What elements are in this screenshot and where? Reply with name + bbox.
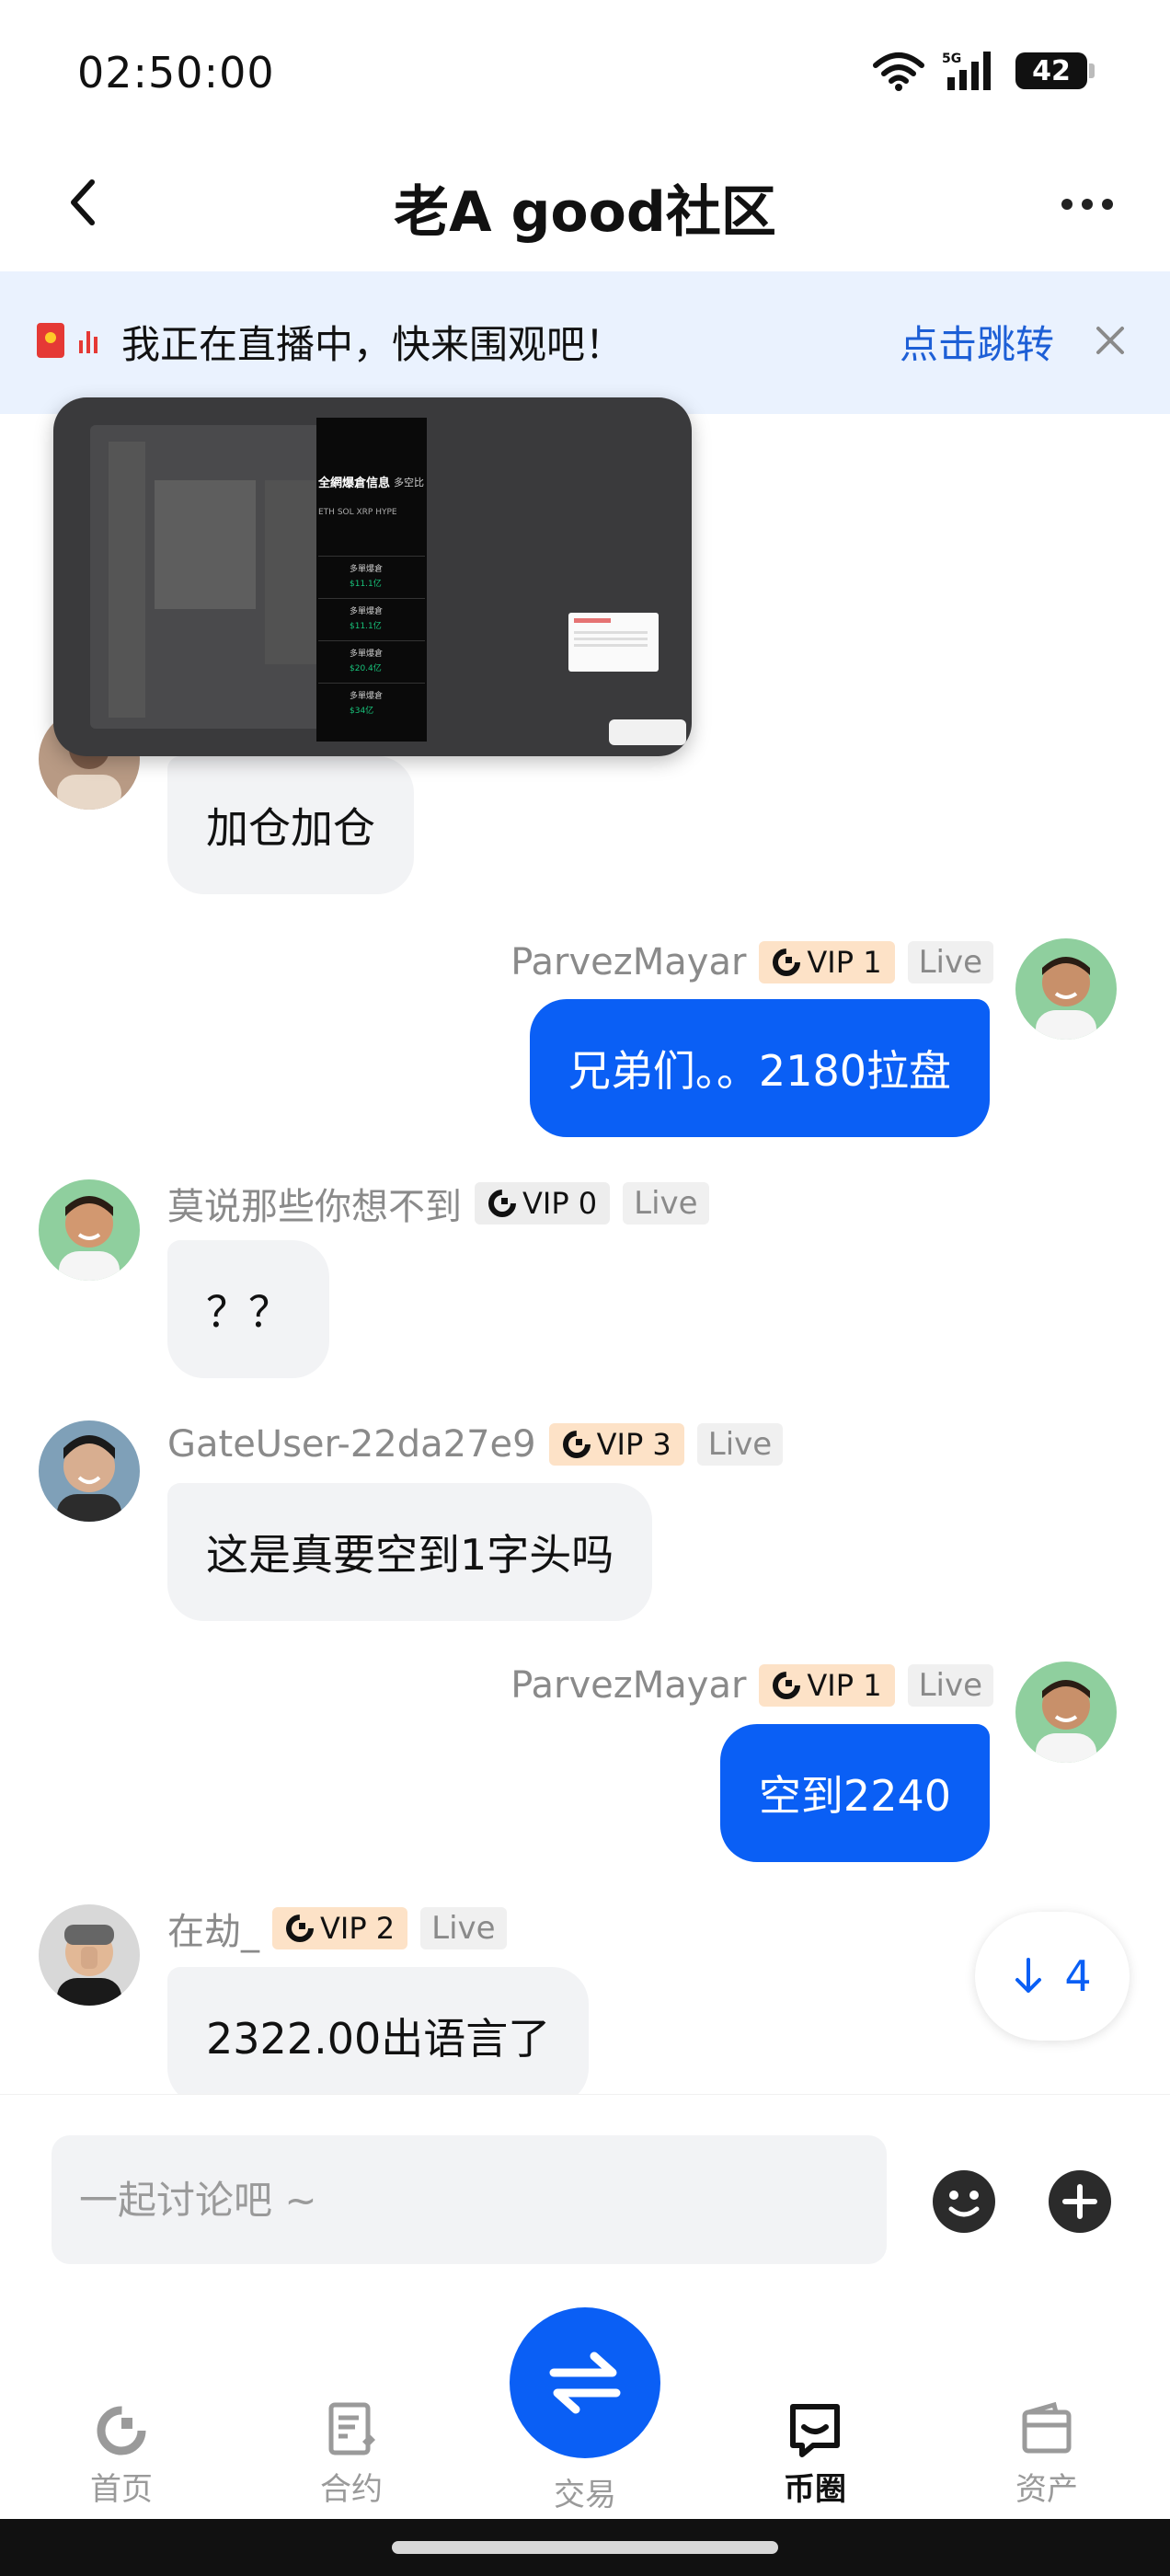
nav-label: 首页 [90,2471,153,2508]
home-indicator[interactable] [392,2541,778,2554]
battery-icon: 42 [1015,52,1095,89]
red-packet-icon [37,323,64,358]
live-banner[interactable]: 我正在直播中，快来围观吧！ 点击跳转 [0,271,1170,414]
avatar[interactable] [1015,938,1117,1040]
system-nav-bar [0,2519,1170,2576]
live-tag: Live [420,1907,507,1949]
nav-item-assets[interactable]: 资产 [973,2396,1120,2509]
live-banner-text: 我正在直播中，快来围观吧！ [121,322,625,367]
vip-badge: VIP 3 [548,1423,684,1466]
video-popup-card [568,613,659,672]
nav-label: 合约 [320,2471,383,2508]
video-phone-screen: 全網爆倉信息 多空比 ETH SOL XRP HYPE 多單爆倉 $11.1亿 多… [316,418,427,742]
gate-logo-icon [286,1915,314,1942]
avatar[interactable] [1015,1662,1117,1763]
avatar[interactable] [39,1904,140,2006]
live-tag: Live [623,1182,709,1225]
preview-row: 多單爆倉 $11.1亿 [318,556,425,592]
document-edit-icon [328,2402,375,2455]
trade-button[interactable] [510,2307,660,2458]
vip-label: VIP 1 [807,1668,882,1703]
more-button[interactable] [1050,177,1124,232]
vip-badge: VIP 2 [272,1907,408,1949]
nav-item-futures[interactable]: 合约 [278,2396,425,2509]
message-bubble[interactable]: 2322.00出语言了 [167,1967,590,2094]
network-type: 5G [942,52,961,66]
vip-label: VIP 3 [596,1427,671,1462]
message-meta: 在劫_ VIP 2 Live [167,1902,507,1955]
add-icon[interactable] [1047,2168,1113,2235]
cellular-signal-icon: 5G [942,52,991,90]
nav-label: 资产 [1015,2471,1078,2508]
message-meta: GateUser-22da27e9 VIP 3 Live [167,1420,784,1468]
username[interactable]: GateUser-22da27e9 [167,1423,536,1466]
chat-bubble-icon [790,2404,840,2457]
preview-coins: ETH SOL XRP HYPE [318,508,397,517]
video-corner-badge [609,719,686,745]
home-icon [97,2406,146,2455]
username[interactable]: ParvezMayar [510,1664,746,1707]
vip-badge: VIP 0 [475,1182,611,1225]
swap-icon [549,2352,621,2414]
username[interactable]: 在劫_ [167,1902,259,1955]
close-icon[interactable] [1087,317,1133,363]
avatar[interactable] [39,1179,140,1281]
live-tag: Live [907,941,993,983]
preview-row: 多單爆倉 $11.1亿 [318,598,425,635]
vip-badge: VIP 1 [759,941,895,983]
message-meta: ParvezMayar VIP 1 Live [510,1662,993,1709]
nav-label: 币圈 [784,2471,846,2508]
message-bubble[interactable]: 加仓加仓 [167,756,414,894]
more-dots-icon [1061,199,1113,210]
vip-label: VIP 2 [320,1911,396,1946]
preview-tab: 多空比 [394,477,424,489]
bottom-navigation: 首页 合约 交易 币圈 资产 [0,2278,1170,2519]
preview-row: 多單爆倉 $34亿 [318,683,425,719]
message-bubble[interactable]: 这是真要空到1字头吗 [167,1483,653,1621]
battery-level: 42 [1032,54,1071,87]
vip-label: VIP 1 [807,945,882,980]
nav-item-home[interactable]: 首页 [48,2396,195,2509]
avatar[interactable] [39,1420,140,1522]
gate-logo-icon [773,1672,801,1699]
live-banner-icons [37,323,98,358]
emoji-icon[interactable] [931,2168,997,2235]
live-banner-link[interactable]: 点击跳转 [900,314,1054,370]
live-tag: Live [696,1423,784,1466]
username[interactable]: ParvezMayar [510,941,746,983]
video-left-panel [90,425,338,729]
chat-input[interactable] [52,2135,887,2264]
status-bar: 02:50:00 5G 42 [0,0,1170,138]
scroll-to-new-messages-button[interactable]: 4 [975,1912,1130,2041]
message-bubble[interactable]: 兄弟们。。2180拉盘 [529,999,990,1137]
live-tag: Live [907,1664,993,1707]
arrow-down-icon [1015,1958,1042,1993]
message-bubble[interactable]: 空到2240 [719,1724,990,1862]
new-message-count: 4 [1064,1951,1092,2001]
message-meta: ParvezMayar VIP 1 Live [510,938,993,986]
composer [0,2094,1170,2278]
nav-label-trade[interactable]: 交易 [510,2469,660,2514]
wifi-icon [873,52,924,91]
gate-logo-icon [773,949,801,976]
message-bubble[interactable]: ？？ [167,1240,329,1378]
vip-label: VIP 0 [522,1186,598,1221]
message-meta: 莫说那些你想不到 VIP 0 Live [167,1177,709,1230]
header: 老A good社区 [0,138,1170,271]
gate-logo-icon [562,1431,591,1458]
status-time: 02:50:00 [77,48,275,98]
status-icons: 5G 42 [872,50,1095,92]
username[interactable]: 莫说那些你想不到 [167,1177,462,1230]
nav-item-community[interactable]: 币圈 [741,2396,889,2509]
live-video-preview[interactable]: 全網爆倉信息 多空比 ETH SOL XRP HYPE 多單爆倉 $11.1亿 多… [53,397,692,756]
page-title: 老A good社区 [394,180,776,245]
vip-badge: VIP 1 [759,1664,895,1707]
preview-title: 全網爆倉信息 [318,477,391,490]
wallet-icon [1022,2401,1072,2454]
live-audio-icon [79,328,98,353]
preview-row: 多單爆倉 $20.4亿 [318,640,425,677]
gate-logo-icon [488,1190,516,1217]
